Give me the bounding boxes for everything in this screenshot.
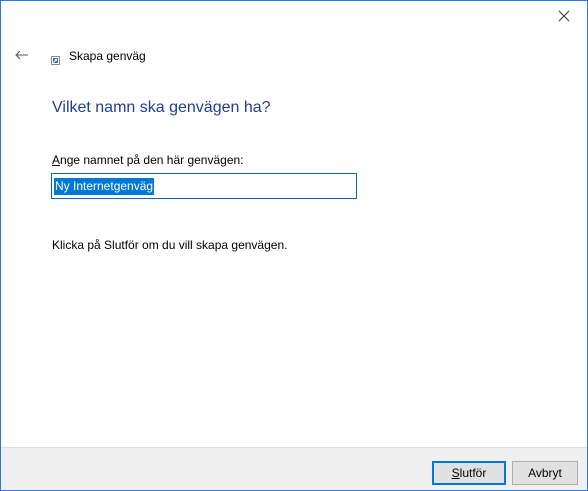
close-icon: [558, 10, 570, 22]
wizard-title: Skapa genväg: [69, 49, 146, 63]
label-text: nge namnet på den här genvägen:: [60, 153, 244, 167]
finish-label: lutför: [459, 466, 487, 480]
selected-input-text: Ny Internetgenväg: [54, 178, 155, 195]
shortcut-wizard-window: Skapa genväg Vilket namn ska genvägen ha…: [0, 0, 588, 491]
page-heading: Vilket namn ska genvägen ha?: [52, 99, 271, 116]
cancel-button[interactable]: Avbryt: [512, 461, 578, 485]
instruction-text: Klicka på Slutför om du vill skapa genvä…: [52, 238, 288, 252]
wizard-footer: Slutför Avbryt: [1, 447, 587, 490]
wizard-header: Skapa genväg: [1, 43, 587, 69]
finish-accesskey: S: [451, 466, 460, 480]
close-button[interactable]: [541, 1, 587, 31]
name-field-label: Ange namnet på den här genvägen:: [52, 153, 244, 167]
finish-button[interactable]: Slutför: [432, 461, 506, 485]
back-button[interactable]: [9, 43, 35, 67]
shortcut-name-input[interactable]: Ny Internetgenväg: [51, 173, 357, 199]
label-accesskey: A: [52, 153, 61, 167]
back-arrow-icon: [15, 50, 28, 60]
title-bar: [1, 1, 587, 37]
shortcut-wizard-icon: [51, 52, 61, 65]
